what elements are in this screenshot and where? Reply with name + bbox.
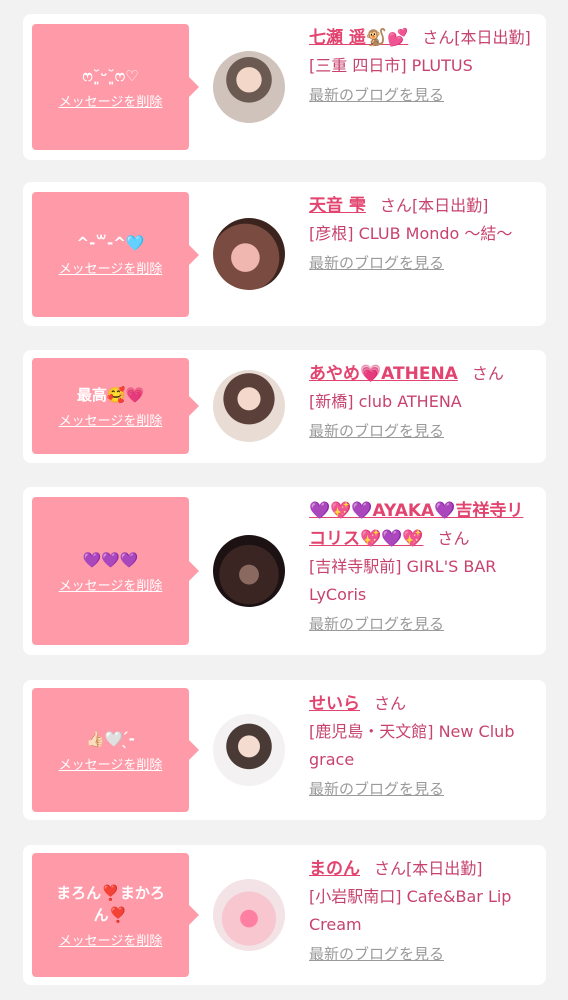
work-status: [本日出勤] — [454, 28, 531, 47]
message-text: まろん❣️まかろん❣️ — [56, 883, 165, 924]
honorific: さん — [437, 529, 470, 548]
cast-info: 天音 雫さん[本日出勤] [彦根] CLUB Mondo 〜結〜 最新のブログを… — [309, 192, 537, 273]
delete-message-link[interactable]: メッセージを削除 — [59, 930, 163, 949]
cast-name-link[interactable]: あやめ💗ATHENA — [309, 364, 458, 384]
message-card: まろん❣️まかろん❣️ メッセージを削除 まのん さん[本日出勤] [小岩駅南口]… — [23, 845, 546, 985]
work-status: [本日出勤] — [406, 859, 483, 878]
shop-name: [吉祥寺駅前] GIRL'S BAR LyCoris — [309, 557, 497, 604]
cast-info: あやめ💗ATHENA さん [新橋] club ATHENA 最新のブログを見る — [309, 360, 537, 441]
latest-blog-link[interactable]: 最新のブログを見る — [309, 778, 444, 799]
message-list: ෆ˘͈ᵕ˘͈ෆ♡ メッセージを削除 七瀬 遥🐒💕 さん[本日出勤] [三重 四日市… — [0, 0, 568, 1000]
honorific: さん — [374, 694, 407, 713]
shop-name: [鹿児島・天文館] New Club grace — [309, 722, 515, 769]
latest-blog-link[interactable]: 最新のブログを見る — [309, 943, 444, 964]
honorific: さん — [471, 364, 504, 383]
shop-name: [新橋] club ATHENA — [309, 392, 462, 411]
cast-info: 七瀬 遥🐒💕 さん[本日出勤] [三重 四日市] PLUTUS 最新のブログを見る — [309, 24, 537, 105]
delete-message-link[interactable]: メッセージを削除 — [59, 575, 163, 594]
cast-name-link[interactable]: 七瀬 遥🐒💕 — [309, 28, 408, 48]
cast-name-link[interactable]: せいら — [309, 694, 360, 714]
message-bubble: ෆ˘͈ᵕ˘͈ෆ♡ メッセージを削除 — [32, 24, 199, 150]
shop-name: [彦根] CLUB Mondo 〜結〜 — [309, 224, 513, 243]
message-text: 最高🥰💗 — [76, 385, 145, 404]
message-text: ^-꒳-^🩵 — [76, 234, 145, 252]
message-text: 👍🏻🤍 ̖́- — [86, 729, 135, 748]
latest-blog-link[interactable]: 最新のブログを見る — [309, 252, 444, 273]
message-card: ^-꒳-^🩵 メッセージを削除 天音 雫さん[本日出勤] [彦根] CLUB M… — [23, 182, 546, 326]
cast-name-link[interactable]: まのん — [309, 859, 360, 879]
shop-name: [三重 四日市] PLUTUS — [309, 56, 473, 75]
latest-blog-link[interactable]: 最新のブログを見る — [309, 613, 444, 634]
cast-info: せいら さん [鹿児島・天文館] New Club grace 最新のブログを見る — [309, 690, 537, 799]
delete-message-link[interactable]: メッセージを削除 — [59, 91, 163, 110]
cast-info: 💜💖💜AYAKA💜吉祥寺リコリス💖💜💖 さん [吉祥寺駅前] GIRL'S BAR… — [309, 497, 537, 634]
delete-message-link[interactable]: メッセージを削除 — [59, 410, 163, 429]
message-text: ෆ˘͈ᵕ˘͈ෆ♡ — [82, 66, 139, 85]
work-status: [本日出勤] — [411, 196, 489, 215]
honorific: さん — [379, 196, 412, 215]
message-card: ෆ˘͈ᵕ˘͈ෆ♡ メッセージを削除 七瀬 遥🐒💕 さん[本日出勤] [三重 四日市… — [23, 14, 546, 160]
message-text: 💜💜💜 — [82, 550, 139, 569]
latest-blog-link[interactable]: 最新のブログを見る — [309, 84, 444, 105]
honorific: さん — [374, 859, 407, 878]
message-card: 💜💜💜 メッセージを削除 💜💖💜AYAKA💜吉祥寺リコリス💖💜💖 さん [吉祥寺駅… — [23, 487, 546, 655]
delete-message-link[interactable]: メッセージを削除 — [59, 258, 163, 277]
honorific: さん — [422, 28, 455, 47]
cast-name-link[interactable]: 天音 雫 — [309, 196, 366, 216]
avatar[interactable] — [213, 218, 285, 290]
latest-blog-link[interactable]: 最新のブログを見る — [309, 420, 444, 441]
cast-info: まのん さん[本日出勤] [小岩駅南口] Cafe&Bar Lip Cream 最… — [309, 855, 537, 964]
message-bubble: 👍🏻🤍 ̖́- メッセージを削除 — [32, 688, 199, 812]
avatar[interactable] — [213, 879, 285, 951]
cast-name-link[interactable]: 💜💖💜AYAKA💜吉祥寺リコリス💖💜💖 — [309, 501, 523, 549]
message-bubble: 最高🥰💗 メッセージを削除 — [32, 358, 199, 454]
message-bubble: 💜💜💜 メッセージを削除 — [32, 497, 199, 645]
avatar[interactable] — [213, 370, 285, 442]
delete-message-link[interactable]: メッセージを削除 — [59, 754, 163, 773]
message-bubble: ^-꒳-^🩵 メッセージを削除 — [32, 192, 199, 317]
avatar[interactable] — [213, 51, 285, 123]
avatar[interactable] — [213, 535, 285, 607]
message-bubble: まろん❣️まかろん❣️ メッセージを削除 — [32, 853, 199, 977]
message-card: 最高🥰💗 メッセージを削除 あやめ💗ATHENA さん [新橋] club ATH… — [23, 350, 546, 463]
shop-name: [小岩駅南口] Cafe&Bar Lip Cream — [309, 887, 512, 934]
avatar[interactable] — [213, 714, 285, 786]
message-card: 👍🏻🤍 ̖́- メッセージを削除 せいら さん [鹿児島・天文館] New Clu… — [23, 680, 546, 820]
